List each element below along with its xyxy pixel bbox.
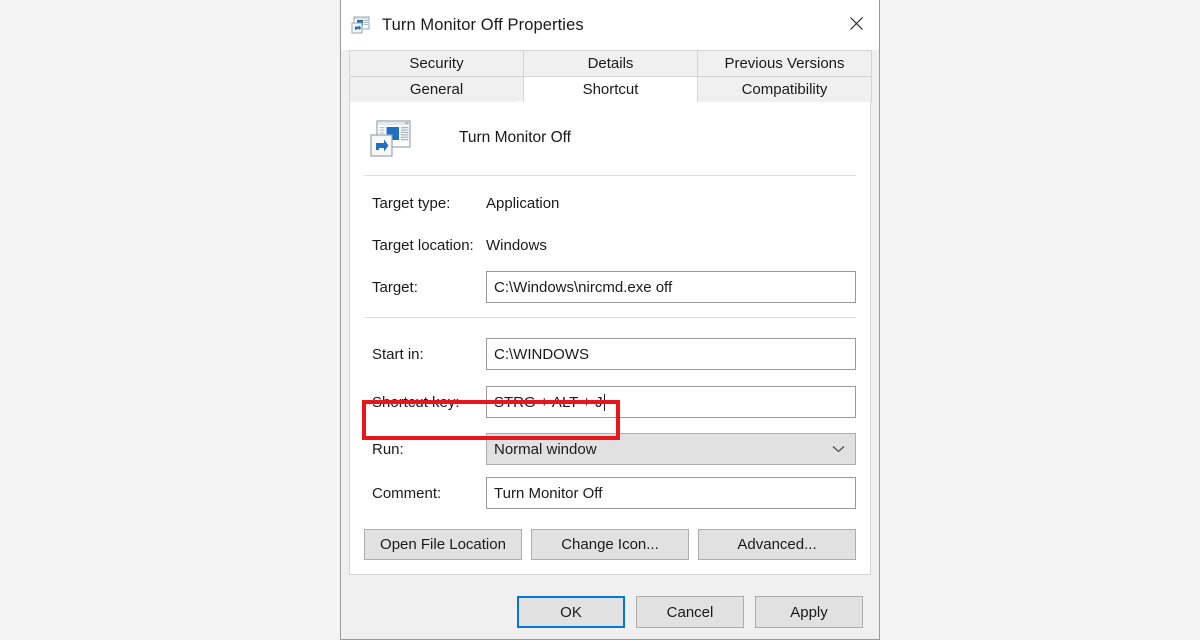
tab-label: Previous Versions — [724, 55, 845, 72]
target-input[interactable]: C:\Windows\nircmd.exe off — [486, 271, 856, 303]
chevron-down-icon — [832, 445, 845, 453]
shortcut-form: Target type: Application Target location… — [350, 187, 870, 303]
tab-strip: Security Details Previous Versions Gener… — [341, 50, 879, 102]
shortcut-app-name: Turn Monitor Off — [459, 129, 571, 146]
cancel-button[interactable]: Cancel — [636, 596, 744, 628]
tab-label: Shortcut — [582, 81, 639, 98]
tab-shortcut[interactable]: Shortcut — [523, 76, 698, 102]
tab-security[interactable]: Security — [349, 50, 524, 76]
start-in-input[interactable]: C:\WINDOWS — [486, 338, 856, 370]
tab-label: Compatibility — [741, 81, 828, 98]
tab-previous-versions[interactable]: Previous Versions — [697, 50, 872, 76]
window-title: Turn Monitor Off Properties — [382, 15, 584, 34]
shortcut-application-icon — [351, 15, 371, 35]
shortcut-header: Turn Monitor Off — [350, 102, 870, 158]
tab-row-bottom: General Shortcut Compatibility — [349, 76, 872, 102]
row-start-in: Start in: C:\WINDOWS — [364, 338, 856, 370]
advanced-button[interactable]: Advanced... — [698, 529, 856, 560]
tab-panel-shortcut: Turn Monitor Off Target type: Applicatio… — [349, 101, 871, 575]
apply-button[interactable]: Apply — [755, 596, 863, 628]
tab-label: Details — [587, 55, 634, 72]
change-icon-button[interactable]: Change Icon... — [531, 529, 689, 560]
title-bar: Turn Monitor Off Properties — [341, 0, 879, 50]
open-file-location-button[interactable]: Open File Location — [364, 529, 522, 560]
shortcut-key-label: Shortcut key: — [372, 393, 460, 411]
run-value: Normal window — [494, 440, 597, 458]
separator-top — [364, 175, 856, 176]
properties-dialog: Turn Monitor Off Properties Security Det… — [340, 0, 880, 640]
row-target-location: Target location: Windows — [364, 229, 856, 261]
row-target-type: Target type: Application — [364, 187, 856, 219]
target-location-label: Target location: — [372, 236, 474, 254]
separator-middle — [364, 317, 856, 318]
comment-label: Comment: — [372, 484, 442, 502]
row-comment: Comment: Turn Monitor Off — [364, 477, 856, 509]
row-shortcut-key: Shortcut key: STRG + ALT + J — [364, 386, 856, 418]
tab-compatibility[interactable]: Compatibility — [697, 76, 872, 102]
shortcut-key-value: STRG + ALT + J — [494, 393, 603, 411]
dialog-footer: OK Cancel Apply — [341, 575, 879, 639]
target-type-label: Target type: — [372, 194, 451, 212]
target-type-value: Application — [486, 194, 560, 212]
tab-general[interactable]: General — [349, 76, 524, 102]
tab-row-top: Security Details Previous Versions — [349, 50, 872, 76]
tab-details[interactable]: Details — [523, 50, 698, 76]
close-icon — [849, 16, 863, 30]
run-select[interactable]: Normal window — [486, 433, 856, 465]
shortcut-action-buttons: Open File Location Change Icon... Advanc… — [350, 529, 870, 560]
row-run: Run: Normal window — [364, 433, 856, 465]
target-location-value: Windows — [486, 236, 547, 254]
run-label: Run: — [372, 440, 404, 458]
shortcut-key-input[interactable]: STRG + ALT + J — [486, 386, 856, 418]
shortcut-application-icon — [369, 118, 413, 158]
target-label: Target: — [372, 278, 418, 296]
comment-input[interactable]: Turn Monitor Off — [486, 477, 856, 509]
row-target: Target: C:\Windows\nircmd.exe off — [364, 271, 856, 303]
start-in-label: Start in: — [372, 345, 424, 363]
tab-label: General — [409, 81, 464, 98]
close-button[interactable] — [833, 0, 879, 46]
tab-label: Security — [409, 55, 464, 72]
ok-button[interactable]: OK — [517, 596, 625, 628]
text-caret — [603, 393, 605, 411]
shortcut-form-lower: Start in: C:\WINDOWS Shortcut key: STRG … — [350, 338, 870, 509]
